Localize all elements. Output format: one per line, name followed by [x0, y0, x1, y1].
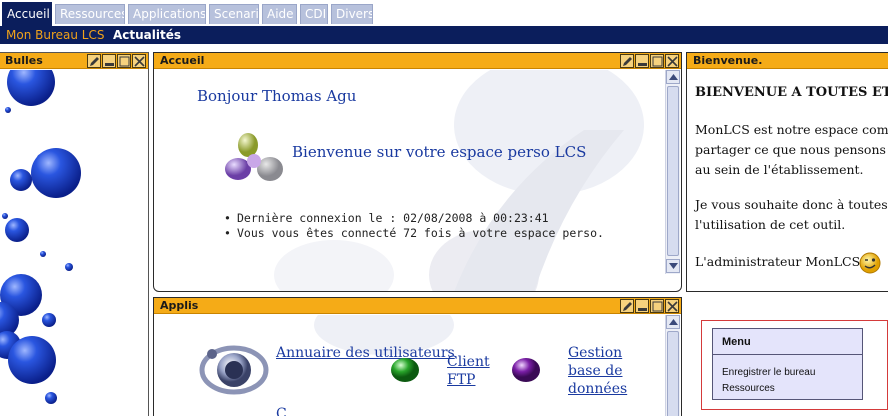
annuaire-link[interactable]: Annuaire des utilisateurs: [276, 344, 455, 362]
greeting-text: Bonjour Thomas Agu: [197, 87, 357, 105]
applis-panel-header[interactable]: Applis: [154, 298, 681, 314]
bienvenue-line: partager ce que nous pensons êt: [695, 142, 888, 157]
menu-item-save-desktop[interactable]: Enregistrer le bureau: [722, 365, 815, 380]
tab-cdi[interactable]: CDI: [300, 4, 328, 24]
subtab-actualites[interactable]: Actualités: [113, 26, 181, 44]
bienvenue-panel-title: Bienvenue.: [693, 54, 763, 67]
maximize-icon[interactable]: [650, 54, 664, 68]
tab-aide[interactable]: Aide: [262, 4, 297, 24]
scroll-down-icon[interactable]: [666, 259, 680, 273]
bienvenue-panel-header[interactable]: Bienvenue.: [687, 53, 888, 69]
applis-panel-title: Applis: [160, 299, 199, 312]
database-link[interactable]: Gestion base de données: [568, 344, 630, 398]
bienvenue-panel: Bienvenue. BIENVENUE A TOUTES ET MonLCS …: [686, 52, 888, 292]
edit-icon[interactable]: [620, 54, 634, 68]
applis-panel: Applis Annuaire des utilisateurs Client …: [153, 297, 682, 416]
connection-count-item: Vous vous êtes connecté 72 fois à votre …: [224, 226, 644, 241]
subtab-mon-bureau[interactable]: Mon Bureau LCS: [6, 26, 104, 44]
edit-icon[interactable]: [87, 54, 101, 68]
applis-scrollbar[interactable]: [665, 315, 680, 416]
annuaire-icon[interactable]: [198, 338, 274, 400]
close-icon[interactable]: [665, 54, 679, 68]
tab-ressources[interactable]: Ressources: [55, 4, 125, 24]
bienvenue-line: au sein de l'établissement.: [695, 162, 864, 177]
accueil-panel-header[interactable]: Accueil: [154, 53, 681, 69]
accueil-scrollbar[interactable]: [665, 70, 680, 274]
tab-accueil[interactable]: Accueil: [2, 2, 52, 26]
more-app-link[interactable]: C: [276, 405, 287, 416]
edit-icon[interactable]: [620, 299, 634, 313]
bulles-panel: Bulles: [0, 52, 149, 416]
maximize-icon[interactable]: [650, 299, 664, 313]
bienvenue-heading: BIENVENUE A TOUTES ET: [695, 85, 888, 100]
client-ftp-link[interactable]: Client FTP: [447, 353, 497, 389]
scroll-up-icon[interactable]: [666, 70, 680, 84]
tab-applications[interactable]: Applications: [128, 4, 206, 24]
bulles-panel-header[interactable]: Bulles: [0, 53, 148, 69]
bulles-panel-title: Bulles: [5, 54, 43, 67]
bienvenue-line: Je vous souhaite donc à toutes e: [695, 197, 888, 212]
bienvenue-line: MonLCS est notre espace comm: [695, 122, 888, 137]
database-icon[interactable]: [510, 356, 542, 384]
scroll-thumb[interactable]: [667, 86, 679, 256]
welcome-heading: Bienvenue sur votre espace perso LCS: [292, 143, 587, 161]
minimize-icon[interactable]: [102, 54, 116, 68]
last-connection-item: Dernière connexion le : 02/08/2008 à 00:…: [224, 211, 644, 226]
connection-info-list: Dernière connexion le : 02/08/2008 à 00:…: [224, 211, 644, 241]
bienvenue-line: l'utilisation de cet outil.: [695, 217, 846, 232]
close-icon[interactable]: [665, 299, 679, 313]
tab-scenari[interactable]: Scenari: [209, 4, 259, 24]
main-tab-bar: Accueil Ressources Applications Scenari …: [0, 0, 888, 26]
tab-divers[interactable]: Divers: [331, 4, 373, 24]
scroll-thumb[interactable]: [667, 331, 679, 416]
accueil-panel-title: Accueil: [160, 54, 205, 67]
signature-text: L'administrateur MonLCS.: [695, 254, 864, 269]
accueil-panel: Accueil Bonjour Thomas Agu Bienvenue sur…: [153, 52, 682, 292]
menu-frame: Menu Enregistrer le bureau Ressources: [701, 320, 888, 410]
minimize-icon[interactable]: [635, 299, 649, 313]
maximize-icon[interactable]: [117, 54, 131, 68]
smiley-icon: [859, 252, 881, 274]
ftp-icon[interactable]: [389, 356, 421, 384]
menu-title: Menu: [713, 329, 862, 355]
lcs-logo-icon: [225, 133, 283, 181]
minimize-icon[interactable]: [635, 54, 649, 68]
menu-box: Menu Enregistrer le bureau Ressources: [712, 328, 863, 400]
sub-tab-bar: Mon Bureau LCS Actualités: [0, 26, 888, 44]
bubbles-illustration: [0, 70, 81, 404]
close-icon[interactable]: [132, 54, 146, 68]
menu-item-ressources[interactable]: Ressources: [722, 381, 775, 396]
scroll-up-icon[interactable]: [666, 315, 680, 329]
